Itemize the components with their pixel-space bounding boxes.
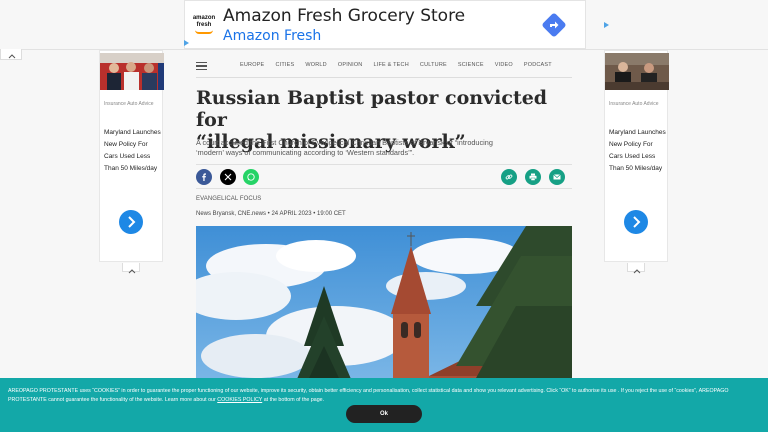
nav-item-life-tech[interactable]: LIFE & TECH (373, 62, 408, 68)
collapse-ad-button[interactable] (627, 263, 645, 274)
article-byline: News Bryansk, CNE.news • 24 APRIL 2023 •… (196, 211, 346, 217)
ad-subtitle[interactable]: Amazon Fresh (223, 28, 321, 44)
nav-item-podcast[interactable]: PODCAST (524, 62, 552, 68)
amazon-fresh-logo: amazon fresh (191, 15, 217, 34)
nav-item-culture[interactable]: CULTURE (420, 62, 447, 68)
logo-text: amazon fresh (192, 15, 216, 28)
nav-item-science[interactable]: SCIENCE (458, 62, 484, 68)
nav-item-europe[interactable]: EUROPE (240, 62, 264, 68)
collapse-ad-button[interactable] (122, 263, 140, 274)
ad-sponsor-label: Insurance Auto Advice (609, 101, 659, 107)
cookie-policy-link[interactable]: COOKIES POLICY (217, 397, 262, 403)
collapse-ad-button[interactable] (0, 49, 22, 60)
chevron-right-icon[interactable] (119, 210, 143, 234)
print-icon[interactable] (525, 169, 541, 185)
section-label[interactable]: EVANGELICAL FOCUS (196, 196, 261, 202)
directions-arrow-icon[interactable] (541, 12, 567, 38)
ad-headline[interactable]: Maryland Launches New Policy For Cars Us… (104, 127, 162, 175)
chevron-right-icon[interactable] (624, 210, 648, 234)
cookie-message: AREOPAGO PROTESTANTE uses “COOKIES” in o… (8, 388, 729, 403)
adchoices-icon[interactable] (604, 22, 609, 28)
page: amazon fresh Amazon Fresh Grocery Store … (0, 0, 768, 432)
link-icon[interactable] (501, 169, 517, 185)
right-side-ad[interactable]: Insurance Auto Advice Maryland Launches … (604, 50, 669, 262)
article: EUROPE CITIES WORLD OPINION LIFE & TECH … (196, 50, 572, 432)
ad-sponsor-label: Insurance Auto Advice (104, 101, 154, 107)
headline-line-1: Russian Baptist pastor convicted for (196, 87, 548, 131)
whatsapp-icon[interactable] (243, 169, 259, 185)
nav-item-opinion[interactable]: OPINION (338, 62, 363, 68)
email-icon[interactable] (549, 169, 565, 185)
cookie-banner: AREOPAGO PROTESTANTE uses “COOKIES” in o… (0, 378, 768, 432)
nav-items: EUROPE CITIES WORLD OPINION LIFE & TECH … (240, 62, 563, 68)
menu-icon[interactable] (196, 62, 207, 70)
share-bar (196, 164, 572, 189)
ad-photo (605, 53, 669, 90)
smile-icon (195, 30, 213, 34)
article-lead: A court accused the First Church of Evan… (196, 138, 493, 157)
top-banner-ad[interactable]: amazon fresh Amazon Fresh Grocery Store … (184, 0, 586, 49)
left-side-ad[interactable]: Insurance Auto Advice Maryland Launches … (99, 50, 164, 262)
facebook-icon[interactable] (196, 169, 212, 185)
ad-headline[interactable]: Maryland Launches New Policy For Cars Us… (609, 127, 667, 175)
cookie-message-end: at the bottom of the page. (263, 397, 325, 403)
main-nav: EUROPE CITIES WORLD OPINION LIFE & TECH … (196, 57, 572, 78)
cookie-ok-button[interactable]: Ok (346, 405, 422, 423)
ad-photo (100, 53, 164, 90)
nav-item-cities[interactable]: CITIES (275, 62, 294, 68)
x-icon[interactable] (220, 169, 236, 185)
nav-item-world[interactable]: WORLD (305, 62, 326, 68)
adchoices-icon[interactable] (184, 40, 189, 46)
nav-item-video[interactable]: VIDEO (495, 62, 513, 68)
ad-title[interactable]: Amazon Fresh Grocery Store (223, 6, 465, 26)
cookie-text: AREOPAGO PROTESTANTE uses “COOKIES” in o… (8, 387, 760, 405)
